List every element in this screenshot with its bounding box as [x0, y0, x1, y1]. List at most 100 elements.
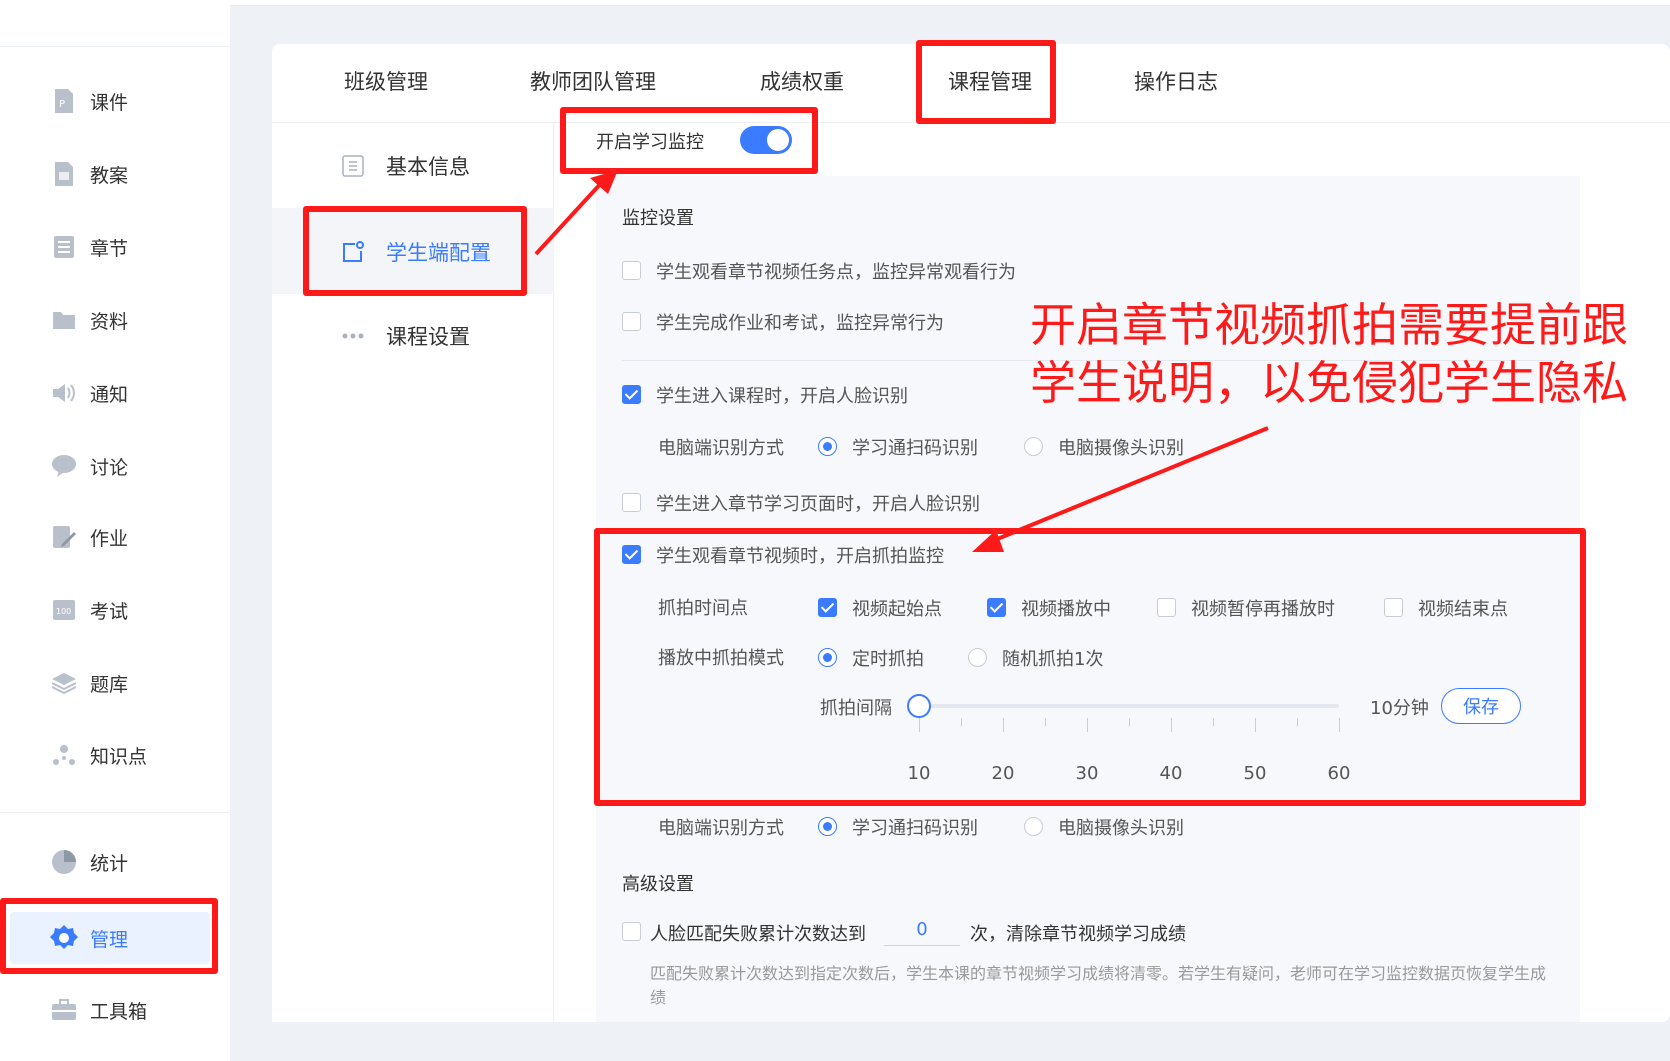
tab-class-management[interactable]: 班级管理: [344, 66, 428, 96]
face-enter-chapter-label: 学生进入章节学习页面时，开启人脸识别: [656, 494, 980, 515]
snapshot-start-label: 视频起始点: [852, 599, 942, 620]
snapshot-time-label: 抓拍时间点: [658, 598, 748, 619]
snapshot-checkbox[interactable]: [622, 545, 641, 564]
pc-method-camera-label: 电脑摄像头识别: [1058, 438, 1184, 459]
slider-tick-label: 60: [1327, 763, 1351, 784]
sidebar-item-question-bank[interactable]: 题库: [50, 663, 128, 703]
face-fail-suffix: 次，清除章节视频学习成绩: [970, 924, 1186, 945]
slider-tick: [1045, 718, 1046, 726]
slider-tick: [1129, 718, 1130, 726]
tab-course-management[interactable]: 课程管理: [948, 66, 1032, 96]
sidebar-item-notice[interactable]: 通知: [50, 373, 128, 413]
slider-tick: [1003, 718, 1004, 732]
sidebar-item-homework[interactable]: 作业: [50, 517, 128, 557]
sidebar-item-label: 统计: [90, 852, 129, 875]
top-bar: [0, 0, 1670, 6]
slider-tick: [1171, 718, 1172, 732]
chapter-icon: [50, 233, 78, 261]
slider-tick-label: 30: [1075, 763, 1099, 784]
face-enter-chapter-checkbox[interactable]: [622, 493, 641, 512]
slider-tick-label: 10: [907, 763, 931, 784]
monitor-toggle-label: 开启学习监控: [596, 132, 704, 153]
slider-tick-label: 40: [1159, 763, 1183, 784]
slider-tick: [1297, 718, 1298, 726]
sidebar-item-label: 管理: [90, 928, 129, 951]
sidebar-item-toolbox[interactable]: 工具箱: [50, 990, 147, 1030]
interval-slider-track[interactable]: [919, 704, 1339, 708]
pc-method-camera-radio-2[interactable]: [1024, 817, 1043, 836]
more-dots-icon: [340, 323, 366, 349]
subnav-item-label: 课程设置: [386, 325, 470, 349]
subnav-item-basic-info[interactable]: 基本信息: [340, 146, 470, 186]
sidebar-item-exam[interactable]: 100 考试: [50, 590, 128, 630]
face-fail-prefix: 人脸匹配失败累计次数达到: [650, 924, 866, 945]
svg-text:100: 100: [56, 607, 71, 616]
subnav-item-student-config[interactable]: 学生端配置: [340, 232, 491, 272]
monitor-toggle[interactable]: [740, 126, 792, 154]
sidebar-item-chapter[interactable]: 章节: [50, 227, 128, 267]
sidebar-item-label: 通知: [90, 383, 129, 406]
tab-grade-weight[interactable]: 成绩权重: [760, 66, 844, 96]
slider-tick: [1339, 718, 1340, 732]
pc-method-scan-label-2: 学习通扫码识别: [852, 818, 978, 839]
save-button[interactable]: 保存: [1441, 688, 1521, 724]
snapshot-playing-checkbox[interactable]: [987, 598, 1006, 617]
face-fail-count-input[interactable]: [884, 914, 960, 946]
client-config-icon: [340, 239, 366, 265]
toggle-knob: [767, 129, 789, 151]
interval-slider-handle[interactable]: [907, 694, 931, 718]
sidebar-item-label: 讨论: [90, 456, 129, 479]
sidebar-item-discussion[interactable]: 讨论: [50, 446, 128, 486]
speaker-icon: [50, 379, 78, 407]
lesson-plan-icon: [50, 160, 78, 188]
pc-method-label-2: 电脑端识别方式: [658, 818, 784, 839]
exam-icon: 100: [50, 596, 78, 624]
sidebar-item-materials[interactable]: 资料: [50, 300, 128, 340]
play-mode-random-label: 随机抓拍1次: [1002, 649, 1104, 670]
sidebar-item-label: 知识点: [90, 745, 148, 768]
sidebar-item-statistics[interactable]: 统计: [50, 842, 128, 882]
sidebar-item-label: 工具箱: [90, 1000, 148, 1023]
subnav-item-course-settings[interactable]: 课程设置: [340, 316, 470, 356]
question-bank-icon: [50, 669, 78, 697]
slider-tick-label: 20: [991, 763, 1015, 784]
snapshot-start-checkbox[interactable]: [818, 598, 837, 617]
snapshot-resume-label: 视频暂停再播放时: [1191, 599, 1335, 620]
pc-method-scan-radio-2[interactable]: [818, 817, 837, 836]
snapshot-resume-checkbox[interactable]: [1157, 598, 1176, 617]
svg-text:P: P: [59, 99, 65, 110]
document-icon: [340, 153, 366, 179]
interval-value: 10分钟: [1370, 698, 1429, 719]
face-fail-checkbox[interactable]: [622, 922, 641, 941]
slider-tick: [961, 718, 962, 726]
play-mode-random-radio[interactable]: [968, 648, 987, 667]
snapshot-end-checkbox[interactable]: [1384, 598, 1403, 617]
video-abnormal-checkbox[interactable]: [622, 261, 641, 280]
pc-method-camera-radio[interactable]: [1024, 437, 1043, 456]
knowledge-node-icon: [50, 741, 78, 769]
play-mode-timed-radio[interactable]: [818, 648, 837, 667]
sidebar-item-knowledge[interactable]: 知识点: [50, 735, 147, 775]
sidebar-item-courseware[interactable]: P 课件: [50, 81, 128, 121]
video-abnormal-label: 学生观看章节视频任务点，监控异常观看行为: [656, 262, 1016, 283]
subnav-item-label: 学生端配置: [386, 241, 491, 265]
sidebar-divider: [0, 812, 230, 813]
privacy-annotation: 开启章节视频抓拍需要提前跟学生说明，以免侵犯学生隐私: [1030, 298, 1628, 410]
slider-tick: [919, 718, 920, 732]
snapshot-label: 学生观看章节视频时，开启抓拍监控: [656, 546, 944, 567]
sidebar-item-label: 题库: [90, 673, 129, 696]
pc-method-scan-radio[interactable]: [818, 437, 837, 456]
advanced-settings-title: 高级设置: [622, 874, 694, 895]
sidebar-item-lesson-plan[interactable]: 教案: [50, 154, 128, 194]
slider-tick: [1213, 718, 1214, 726]
sidebar-item-manage[interactable]: 管理: [50, 918, 128, 958]
monitor-settings-title: 监控设置: [622, 208, 694, 229]
play-mode-label: 播放中抓拍模式: [658, 648, 784, 669]
pc-method-label: 电脑端识别方式: [658, 438, 784, 459]
tab-teacher-team[interactable]: 教师团队管理: [530, 66, 656, 96]
face-enter-course-checkbox[interactable]: [622, 385, 641, 404]
homework-abnormal-checkbox[interactable]: [622, 312, 641, 331]
tab-operation-log[interactable]: 操作日志: [1134, 66, 1218, 96]
pc-method-camera-label-2: 电脑摄像头识别: [1058, 818, 1184, 839]
play-mode-timed-label: 定时抓拍: [852, 649, 924, 670]
